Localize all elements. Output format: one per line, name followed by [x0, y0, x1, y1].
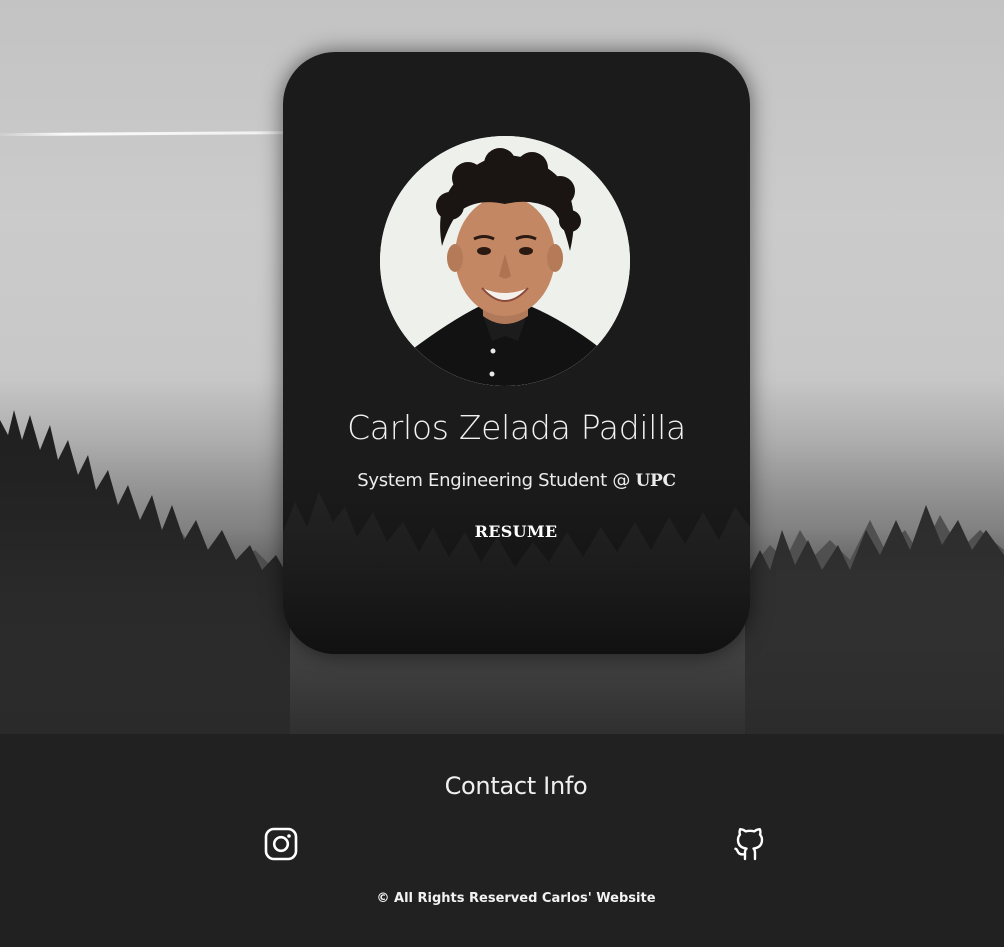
resume-link[interactable]: RESUME — [466, 520, 566, 544]
instagram-link[interactable] — [263, 826, 299, 862]
github-link[interactable] — [732, 826, 768, 862]
profile-role: System Engineering Student @ — [357, 470, 631, 491]
contrail-streak — [0, 130, 321, 137]
contact-info-title: Contact Info — [444, 772, 588, 800]
profile-name: Carlos Zelada Padilla — [347, 408, 686, 447]
github-icon — [734, 828, 764, 861]
footer: Contact Info © All Rights Reserved Carlo… — [0, 734, 1004, 947]
profile-card: Carlos Zelada Padilla System Engineering… — [283, 52, 750, 654]
profile-subtitle: System Engineering Student @ UPC — [283, 470, 750, 491]
copyright-text: © All Rights Reserved Carlos' Website — [376, 891, 656, 906]
card-forest-silhouette — [283, 472, 750, 654]
profile-photo — [380, 136, 630, 386]
instagram-icon — [264, 827, 298, 861]
profile-organization: UPC — [635, 471, 676, 491]
